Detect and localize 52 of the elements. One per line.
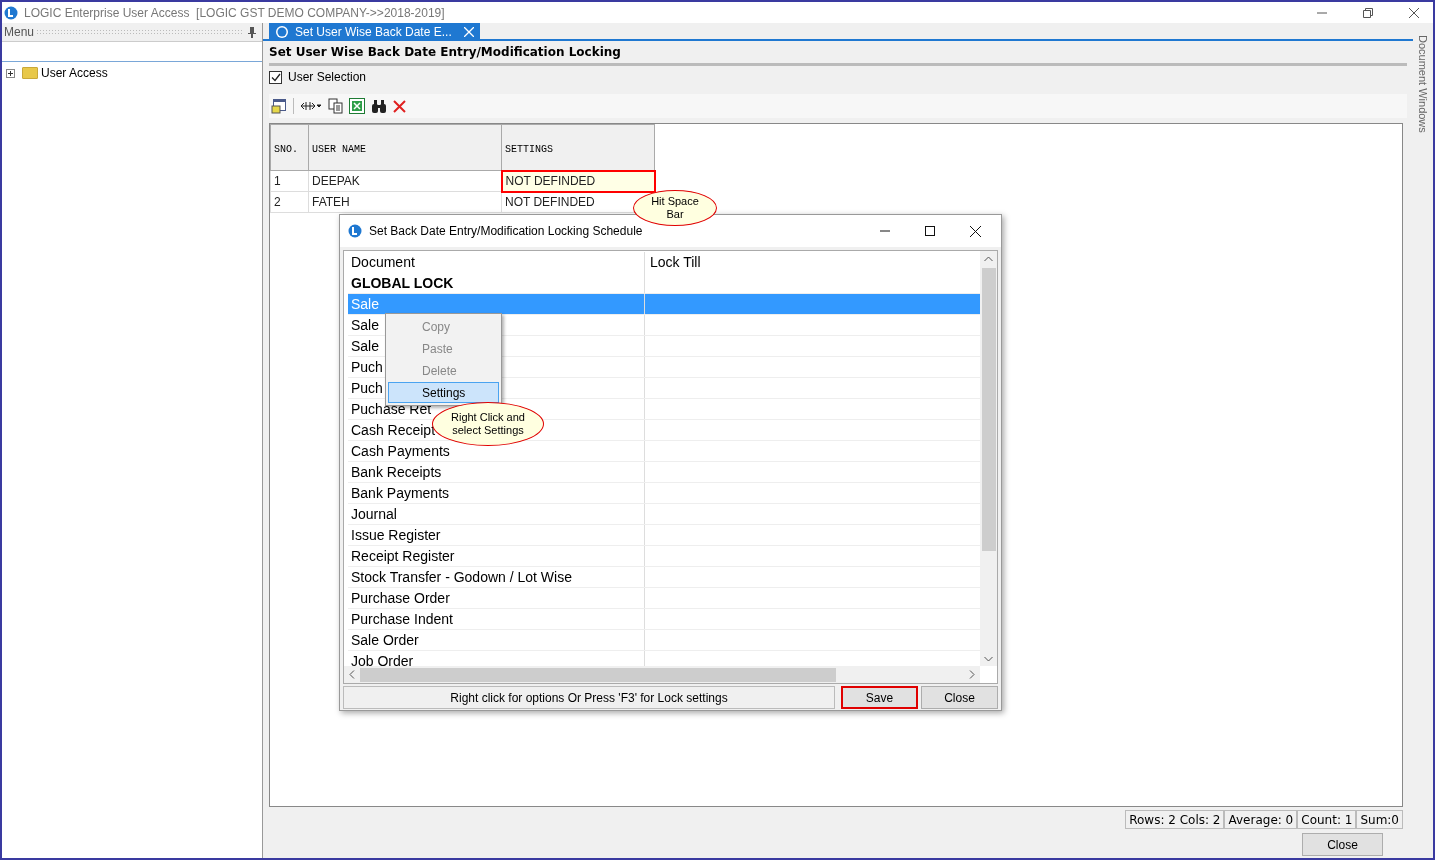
expander-icon[interactable] — [6, 68, 15, 78]
column-header: USER NAME — [308, 124, 502, 171]
app-logo-icon — [348, 224, 362, 238]
table-cell: FATEH — [308, 191, 502, 213]
table-row[interactable]: Bank Receipts — [348, 462, 980, 483]
checkbox-label: User Selection — [288, 69, 367, 86]
close-button[interactable]: Close — [1302, 833, 1383, 856]
maximize-icon[interactable] — [925, 226, 935, 236]
dialog-button[interactable]: Close — [921, 686, 998, 709]
table-cell: 1 — [270, 170, 309, 192]
table-cell: 2 — [270, 191, 309, 213]
page-title: Set User Wise Back Date Entry/Modification Locking — [269, 41, 1407, 66]
restore-icon[interactable] — [1363, 7, 1373, 18]
dialog-button[interactable]: Save — [841, 686, 918, 709]
checkbox[interactable] — [269, 70, 282, 84]
menu-item[interactable]: Settings — [388, 382, 499, 403]
status-field: Sum:0 — [1356, 810, 1403, 829]
table-row[interactable]: Purchase Order — [348, 588, 980, 609]
status-field: Average: 0 — [1224, 810, 1298, 829]
spreadsheet-icon[interactable] — [349, 98, 365, 114]
app-logo-icon — [275, 25, 289, 39]
table-row[interactable]: Purchase Indent — [348, 609, 980, 630]
scrollbar-thumb[interactable] — [981, 268, 996, 551]
table-cell: NOT DEFINDED — [501, 170, 655, 192]
panel-title: Menu — [4, 24, 35, 41]
column-header: SNO. — [270, 124, 309, 171]
form-icon[interactable] — [271, 98, 287, 114]
table-row[interactable]: Bank Payments — [348, 483, 980, 504]
scrollbar-thumb[interactable] — [360, 667, 836, 682]
binoculars-icon[interactable] — [371, 99, 387, 113]
close-icon[interactable] — [1409, 7, 1419, 18]
table-row[interactable]: Issue Register — [348, 525, 980, 546]
window-title: LOGIC Enterprise User Access [LOGIC GST DEMO COMPANY->>2018-2019] — [24, 4, 445, 22]
tab[interactable]: Set User Wise Back Date E... — [269, 23, 480, 41]
column-header: Lock Till — [649, 253, 701, 272]
table-row[interactable]: Stock Transfer - Godown / Lot Wise — [348, 567, 980, 588]
side-tab[interactable]: Document Windows — [1414, 35, 1432, 858]
folder-icon — [22, 67, 38, 79]
tree-item[interactable]: User Access — [41, 64, 108, 82]
close-icon[interactable] — [970, 225, 981, 237]
delete-icon[interactable] — [393, 99, 406, 113]
dialog-title: Set Back Date Entry/Modification Locking Schedule — [369, 223, 643, 240]
copy-icon[interactable] — [328, 98, 343, 114]
status-field: Rows: 2 Cols: 2 — [1125, 810, 1225, 829]
column-header: Document — [348, 252, 645, 273]
column-width-icon[interactable] — [300, 101, 322, 111]
table-row[interactable]: Receipt Register — [348, 546, 980, 567]
table-row[interactable]: Sale Order — [348, 630, 980, 651]
hint-bar: Right click for options Or Press 'F3' for Lock settings — [343, 686, 835, 709]
table-row[interactable]: Journal — [348, 504, 980, 525]
pin-icon[interactable] — [248, 26, 256, 38]
status-field: Count: 1 — [1297, 810, 1357, 829]
